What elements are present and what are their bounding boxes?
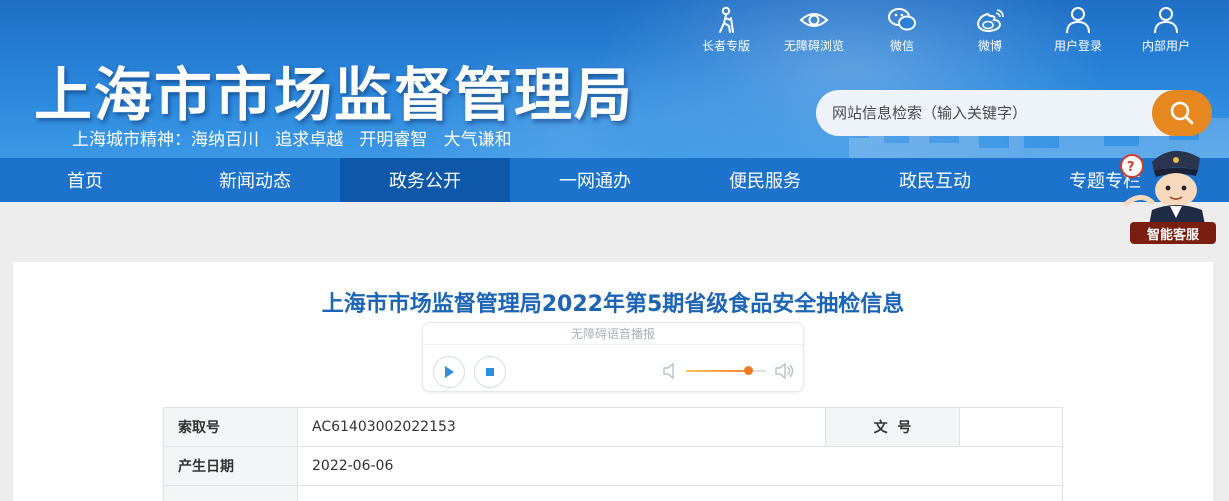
- article-panel: 上海市市场监督管理局2022年第5期省级食品安全抽检信息 无障碍语音播报 索取号…: [13, 262, 1213, 501]
- top-tools: 长者专版 无障碍浏览 微信 微博 用户登录 内部用户: [682, 6, 1210, 54]
- volume-high-icon[interactable]: [775, 362, 795, 380]
- article-title: 上海市市场监督管理局2022年第5期省级食品安全抽检信息: [321, 292, 905, 317]
- header-banner: 上海市市场监督管理局 上海城市精神：海纳百川 追求卓越 开明睿智 大气谦和 长者…: [0, 0, 1229, 158]
- assistant-avatar-icon: ?: [1120, 150, 1206, 230]
- nav-item-home[interactable]: 首页: [0, 158, 170, 202]
- internal-user-label: 内部用户: [1141, 39, 1190, 53]
- stop-button[interactable]: [474, 356, 506, 388]
- volume-low-icon[interactable]: [663, 362, 677, 380]
- svg-text:?: ?: [1127, 160, 1135, 175]
- elder-icon: [719, 6, 734, 33]
- smart-assistant-widget[interactable]: ? 智能客服: [1112, 140, 1222, 248]
- nav-item-government-affairs[interactable]: 政务公开: [340, 158, 510, 202]
- eye-icon: [799, 13, 829, 27]
- weibo-icon: [976, 9, 1004, 33]
- wechat-label: 微信: [889, 39, 914, 53]
- doc-no-label: 文 号: [825, 407, 960, 447]
- search-button[interactable]: [1152, 90, 1212, 136]
- accessible-browse-label: 无障碍浏览: [783, 39, 844, 53]
- player-title: 无障碍语音播报: [423, 323, 803, 345]
- table-cell: [163, 485, 298, 501]
- nav-item-news[interactable]: 新闻动态: [170, 158, 340, 202]
- date-value: 2022-06-06: [297, 446, 1063, 486]
- volume-knob[interactable]: [744, 366, 754, 375]
- volume-slider[interactable]: [686, 366, 766, 375]
- nav-item-interaction[interactable]: 政民互动: [850, 158, 1020, 202]
- internal-user-link[interactable]: 内部用户: [1122, 6, 1210, 54]
- table-row: 索取号 AC61403002022153 文 号: [163, 407, 1063, 447]
- main-nav: 首页 新闻动态 政务公开 一网通办 便民服务 政民互动 专题专栏: [0, 158, 1229, 202]
- table-row: 产生日期 2022-06-06: [163, 446, 1063, 486]
- volume-fill: [686, 370, 749, 372]
- user-icon: [1154, 7, 1178, 34]
- user-icon: [1066, 7, 1090, 34]
- elder-mode-link[interactable]: 长者专版: [682, 6, 770, 54]
- elder-mode-label: 长者专版: [701, 39, 750, 53]
- weibo-label: 微博: [977, 39, 1002, 53]
- wechat-link[interactable]: 微信: [858, 6, 946, 54]
- date-label: 产生日期: [163, 446, 298, 486]
- play-button[interactable]: [433, 356, 465, 388]
- play-icon: [445, 366, 454, 378]
- nav-item-one-stop-service[interactable]: 一网通办: [510, 158, 680, 202]
- table-row: [163, 485, 1063, 501]
- user-login-label: 用户登录: [1053, 39, 1102, 53]
- weibo-link[interactable]: 微博: [946, 6, 1034, 54]
- site-search: [816, 90, 1212, 136]
- assistant-label: 智能客服: [1130, 222, 1216, 244]
- index-no-value: AC61403002022153: [297, 407, 826, 447]
- index-no-label: 索取号: [163, 407, 298, 447]
- wechat-icon: [888, 8, 916, 31]
- search-icon: [1170, 101, 1194, 125]
- document-info-table: 索取号 AC61403002022153 文 号 产生日期 2022-06-06: [163, 407, 1063, 501]
- stop-icon: [486, 368, 494, 376]
- search-input[interactable]: [816, 90, 1176, 136]
- nav-item-public-services[interactable]: 便民服务: [680, 158, 850, 202]
- city-spirit-slogan: 上海城市精神：海纳百川 追求卓越 开明睿智 大气谦和: [72, 130, 512, 150]
- table-cell: [297, 485, 1063, 501]
- accessible-browse-link[interactable]: 无障碍浏览: [770, 6, 858, 54]
- audio-player: 无障碍语音播报: [422, 322, 804, 392]
- doc-no-value: [959, 407, 1063, 447]
- user-login-link[interactable]: 用户登录: [1034, 6, 1122, 54]
- site-title[interactable]: 上海市市场监督管理局: [34, 48, 634, 132]
